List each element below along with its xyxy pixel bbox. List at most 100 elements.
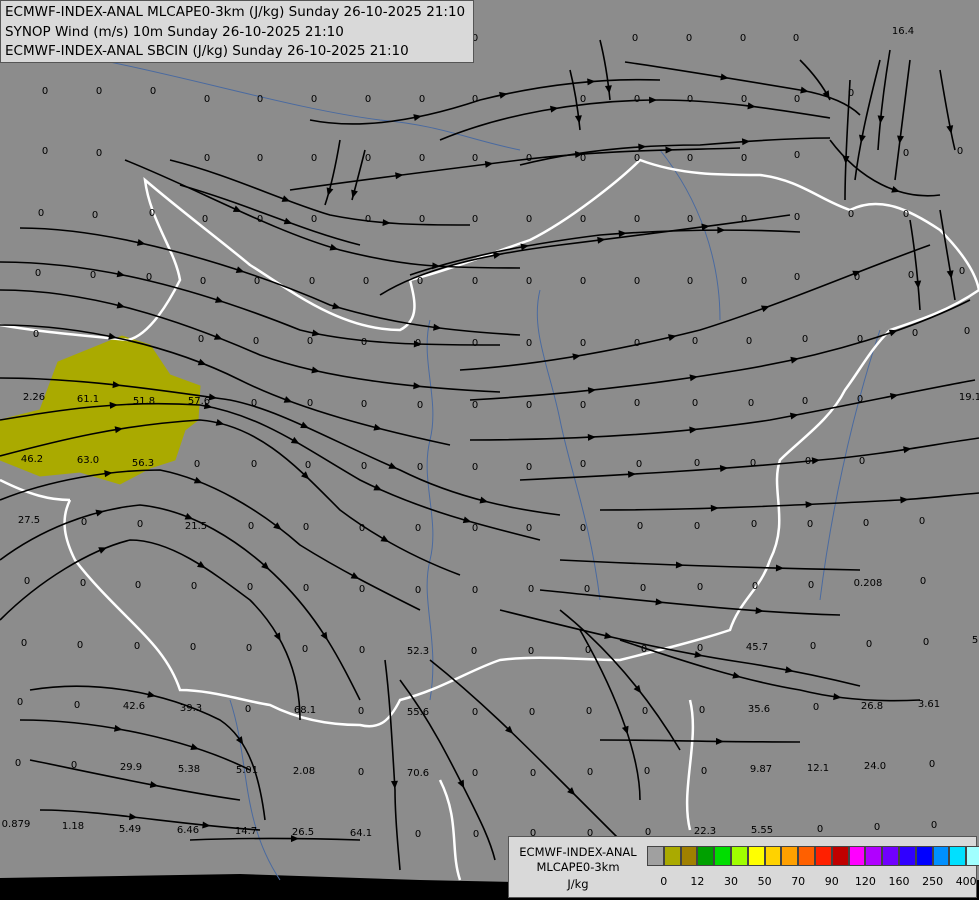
cape-value-label: 0	[642, 706, 648, 717]
legend-tick: 160	[888, 875, 910, 888]
cape-value-label: 5.01	[236, 765, 258, 776]
cape-value-label: 0	[580, 153, 586, 164]
cape-value-label: 0	[472, 214, 478, 225]
legend-color-scale	[647, 846, 979, 866]
cape-value-label: 0	[580, 338, 586, 349]
cape-value-label: 68.1	[294, 705, 316, 716]
cape-value-label: 0	[363, 276, 369, 287]
cape-value-label: 0	[303, 583, 309, 594]
header-line-sbcin: ECMWF-INDEX-ANAL SBCIN (J/kg) Sunday 26-…	[5, 43, 409, 59]
legend-title-parameter: MLCAPE0-3km	[536, 860, 620, 874]
cape-value-label: 27.5	[18, 515, 40, 526]
cape-value-label: 0	[134, 641, 140, 652]
cape-value-label: 64.1	[350, 828, 372, 839]
cape-value-label: 5.49	[119, 824, 141, 835]
cape-value-label: 0	[415, 338, 421, 349]
cape-value-label: 0	[794, 150, 800, 161]
cape-value-label: 0	[472, 153, 478, 164]
legend-swatch	[680, 846, 698, 866]
legend-swatch	[882, 846, 899, 866]
cape-value-label: 0	[636, 459, 642, 470]
cape-value-label: 0	[807, 519, 813, 530]
cape-value-label: 0	[741, 94, 747, 105]
cape-value-label: 0	[752, 581, 758, 592]
cape-value-label: 55.6	[407, 707, 429, 718]
cape-value-label: 0	[77, 640, 83, 651]
cape-value-label: 0	[793, 33, 799, 44]
cape-value-label: 0	[903, 209, 909, 220]
cape-value-label: 0	[640, 583, 646, 594]
cape-value-label: 0	[361, 461, 367, 472]
cape-value-label: 0	[251, 398, 257, 409]
cape-value-label: 0	[307, 398, 313, 409]
header-line-mlcape: ECMWF-INDEX-ANAL MLCAPE0-3km (J/kg) Sund…	[5, 4, 466, 20]
cape-value-label: 0	[251, 459, 257, 470]
cape-value-label: 0	[526, 400, 532, 411]
legend-swatch	[764, 846, 782, 866]
cape-value-label: 0	[751, 519, 757, 530]
cape-value-label: 0	[634, 398, 640, 409]
color-legend: ECMWF-INDEX-ANAL MLCAPE0-3km J/kg 0 12 30 5…	[508, 836, 979, 898]
legend-tick: 50	[757, 875, 772, 888]
cape-value-label: 0	[472, 276, 478, 287]
cape-value-label: 0	[746, 336, 752, 347]
cape-value-label: 0	[802, 396, 808, 407]
cape-value-label: 0	[750, 458, 756, 469]
cape-value-label: 29.9	[120, 762, 142, 773]
cape-value-label: 0	[38, 208, 44, 219]
legend-tick: 120	[854, 875, 876, 888]
cape-value-label: 0	[859, 456, 865, 467]
cape-value-label: 46.2	[21, 454, 43, 465]
cape-value-label: 5	[972, 635, 978, 646]
cape-value-label: 19.1	[959, 392, 979, 403]
map-header: ECMWF-INDEX-ANAL MLCAPE0-3km (J/kg) Sund…	[0, 0, 474, 63]
cape-value-label: 0	[632, 33, 638, 44]
cape-value-label: 0	[311, 214, 317, 225]
cape-value-label: 0	[848, 88, 854, 99]
cape-value-label: 0	[247, 582, 253, 593]
cape-value-label: 0	[580, 459, 586, 470]
cape-value-label: 0	[303, 522, 309, 533]
cape-value-label: 0	[903, 148, 909, 159]
cape-value-label: 70.6	[407, 768, 429, 779]
legend-tick: 12	[690, 875, 705, 888]
cape-value-label: 0.879	[2, 819, 31, 830]
cape-value-label: 0	[472, 400, 478, 411]
cape-value-label: 0	[637, 521, 643, 532]
legend-swatch	[831, 846, 849, 866]
cape-value-label: 0	[526, 153, 532, 164]
cape-value-label: 0	[692, 336, 698, 347]
cape-value-label: 0	[80, 578, 86, 589]
cape-value-label: 0	[634, 338, 640, 349]
cape-value-label: 0	[817, 824, 823, 835]
cape-value-label: 0	[137, 519, 143, 530]
cape-value-label: 0	[191, 581, 197, 592]
cape-value-label: 0	[96, 148, 102, 159]
cape-value-label: 0	[257, 94, 263, 105]
cape-value-label: 0	[697, 582, 703, 593]
cape-value-label: 0	[634, 94, 640, 105]
cape-value-label: 0	[42, 86, 48, 97]
cape-value-label: 0	[794, 94, 800, 105]
cape-value-label: 0	[866, 639, 872, 650]
cape-value-label: 0	[415, 585, 421, 596]
cape-value-label: 0	[96, 86, 102, 97]
cape-value-label: 0	[204, 94, 210, 105]
cape-value-label: 0	[526, 523, 532, 534]
cape-value-label: 0	[526, 462, 532, 473]
cape-value-label: 0	[419, 214, 425, 225]
legend-swatch	[747, 846, 765, 866]
cape-value-label: 0	[580, 214, 586, 225]
legend-swatch	[730, 846, 748, 866]
cape-value-label: 0	[644, 766, 650, 777]
cape-value-label: 0	[417, 462, 423, 473]
cape-value-label: 63.0	[77, 455, 99, 466]
legend-tick: 400	[955, 875, 977, 888]
cape-value-label: 0	[526, 276, 532, 287]
cape-value-label: 0	[194, 459, 200, 470]
legend-swatch	[798, 846, 815, 866]
legend-swatch	[647, 846, 664, 866]
cape-value-label: 0	[200, 276, 206, 287]
legend-unit: J/kg	[567, 877, 589, 891]
cape-value-label: 0	[528, 584, 534, 595]
